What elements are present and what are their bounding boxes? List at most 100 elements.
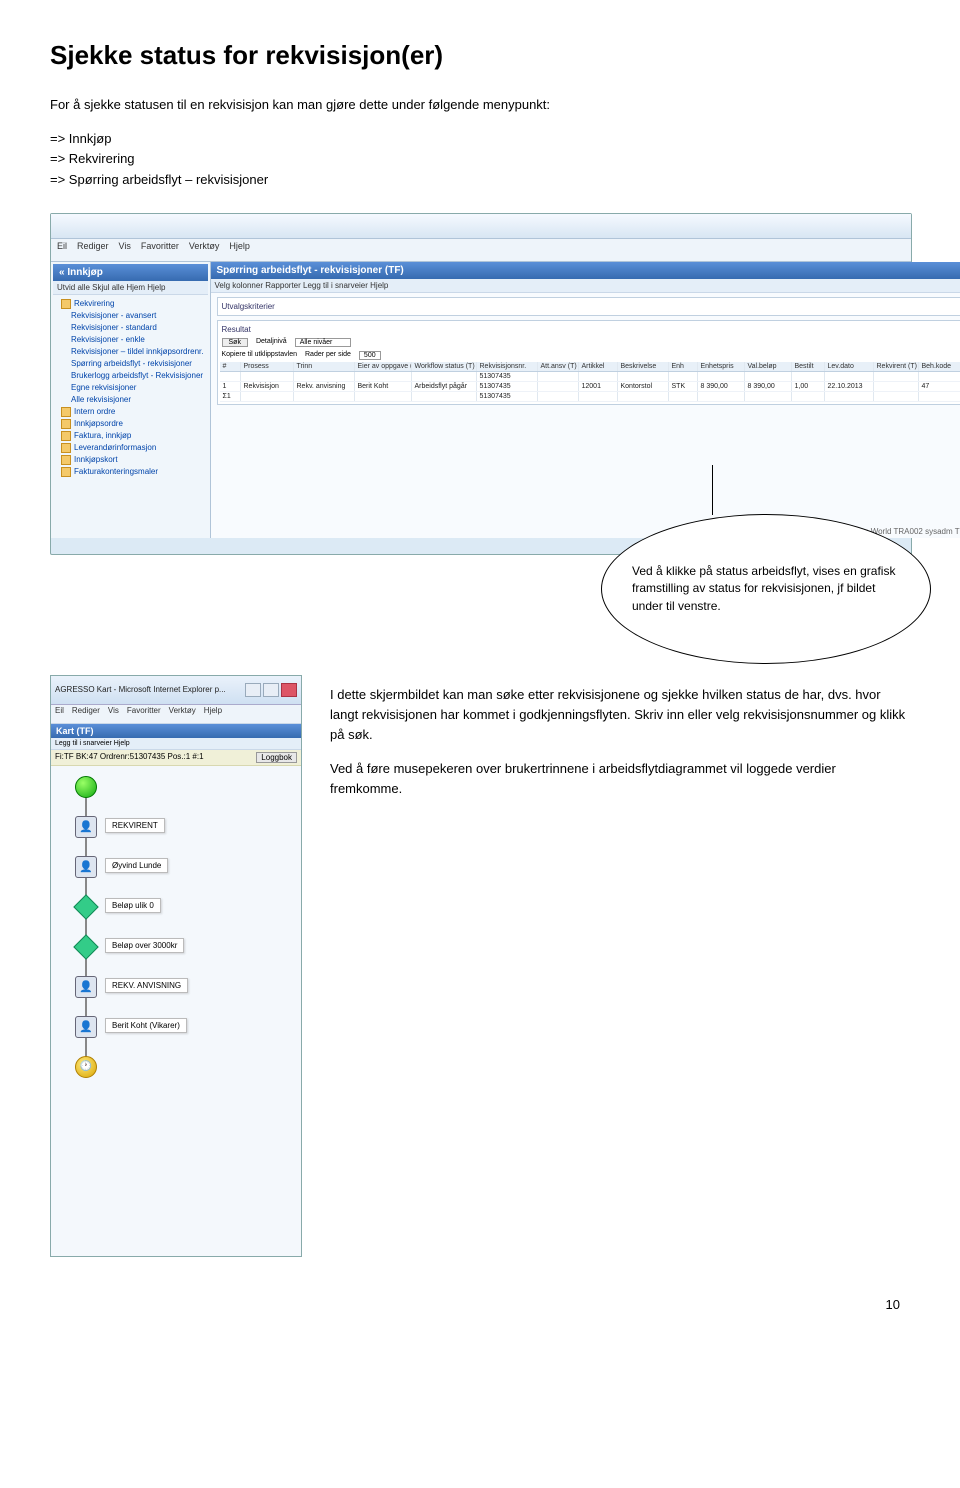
menu-help[interactable]: Hjelp [229, 241, 250, 259]
grid-row[interactable]: Σ151307435 [220, 392, 960, 402]
grid-header[interactable]: Prosess [241, 362, 294, 371]
detail-level-select[interactable]: Alle nivåer [295, 338, 352, 347]
grid-cell [294, 392, 355, 401]
criteria-section: Utvalgskriterier [217, 297, 960, 316]
tree-item[interactable]: Egne rekvisisjoner [57, 382, 204, 394]
maximize-icon[interactable] [263, 683, 279, 697]
grid-header[interactable]: Rekvirent (T) [874, 362, 919, 371]
tree-folder[interactable]: Innkjøpskort [57, 454, 204, 466]
menu-view[interactable]: Vis [108, 706, 119, 722]
grid-header[interactable]: Beskrivelse [618, 362, 669, 371]
explanation-text: I dette skjermbildet kan man søke etter … [330, 675, 910, 1257]
grid-row[interactable]: 1RekvisisjonRekv. anvisningBerit KohtArb… [220, 382, 960, 392]
grid-row[interactable]: 51307435 [220, 372, 960, 382]
grid-header[interactable]: # [220, 362, 241, 371]
grid-header[interactable]: Enhetspris [698, 362, 745, 371]
result-section-title: Resultat [220, 323, 960, 336]
decision-diamond-icon [75, 896, 95, 916]
copy-clipboard[interactable]: Kopiere til utklippstavlen [222, 351, 298, 360]
grid-cell [874, 382, 919, 391]
tree-root[interactable]: Rekvirering [57, 298, 204, 310]
menu-favorites[interactable]: Favoritter [141, 241, 179, 259]
person-icon: 👤 [75, 1016, 95, 1036]
grid-cell [294, 372, 355, 381]
tree-item[interactable]: Brukerlogg arbeidsflyt - Rekvisisjoner [57, 370, 204, 382]
grid-cell [241, 392, 294, 401]
grid-header[interactable]: Att.ansv (T) [538, 362, 579, 371]
tree-item[interactable]: Rekvisisjoner - enkle [57, 334, 204, 346]
close-icon[interactable] [281, 683, 297, 697]
grid-cell [745, 392, 792, 401]
flow-node[interactable]: Beløp ulik 0 [75, 896, 291, 916]
panel-toolbar: Legg til i snarveier Hjelp [51, 738, 301, 750]
grid-cell: 8 390,00 [698, 382, 745, 391]
grid-cell: 47 [919, 382, 960, 391]
menu-file[interactable]: Eil [55, 706, 64, 722]
grid-cell [825, 372, 874, 381]
menu-path-1: => Innkjøp [50, 129, 910, 150]
grid-cell [579, 372, 618, 381]
tree-item[interactable]: Spørring arbeidsflyt - rekvisisjoner [57, 358, 204, 370]
tree-folder[interactable]: Leverandørinformasjon [57, 442, 204, 454]
grid-header[interactable]: Rekvisisjonsnr. [477, 362, 538, 371]
menu-tools[interactable]: Verktøy [169, 706, 196, 722]
grid-header[interactable]: Artikkel [579, 362, 618, 371]
menu-edit[interactable]: Rediger [77, 241, 109, 259]
grid-cell: 51307435 [477, 372, 538, 381]
tree-folder[interactable]: Fakturakonteringsmaler [57, 466, 204, 478]
sok-button[interactable]: Søk [222, 338, 248, 347]
grid-header[interactable]: Trinn [294, 362, 355, 371]
tree-item[interactable]: Rekvisisjoner - avansert [57, 310, 204, 322]
menu-favorites[interactable]: Favoritter [127, 706, 161, 722]
menu-path-2: => Rekvirering [50, 149, 910, 170]
person-icon: 👤 [75, 816, 95, 836]
rows-per-page-value[interactable]: 500 [359, 351, 381, 360]
menu-path: => Innkjøp => Rekvirering => Spørring ar… [50, 129, 910, 191]
tree-folder[interactable]: Faktura, innkjøp [57, 430, 204, 442]
main-panel: Spørring arbeidsflyt - rekvisisjoner (TF… [211, 262, 960, 538]
grid-header[interactable]: Workflow status (T) [412, 362, 477, 371]
grid-cell: 1,00 [792, 382, 825, 391]
menu-tools[interactable]: Verktøy [189, 241, 220, 259]
grid-header[interactable]: Val.beløp [745, 362, 792, 371]
grid-cell [412, 392, 477, 401]
tree-item[interactable]: Rekvisisjoner – tildel innkjøpsordrenr. [57, 346, 204, 358]
loggbok-button[interactable]: Loggbok [256, 752, 297, 763]
flow-node[interactable] [75, 776, 291, 796]
left-nav-panel: « Innkjøp Utvid alle Skjul alle Hjem Hje… [51, 262, 211, 538]
grid-header[interactable]: Lev.dato [825, 362, 874, 371]
grid-cell [792, 372, 825, 381]
flow-node-label: Berit Koht (Vikarer) [105, 1018, 187, 1033]
flow-node[interactable]: 👤Øyvind Lunde [75, 856, 291, 876]
menubar: Eil Rediger Vis Favoritter Verktøy Hjelp [51, 705, 301, 724]
grid-header[interactable]: Enh [669, 362, 698, 371]
flow-node-label: REKV. ANVISNING [105, 978, 188, 993]
grid-header[interactable]: Eier av oppgave (T) [355, 362, 412, 371]
flow-node[interactable]: Beløp over 3000kr [75, 936, 291, 956]
minimize-icon[interactable] [245, 683, 261, 697]
flow-node-label: Beløp ulik 0 [105, 898, 161, 913]
tree-folder[interactable]: Intern ordre [57, 406, 204, 418]
flow-node-label: Øyvind Lunde [105, 858, 168, 873]
menu-file[interactable]: Eil [57, 241, 67, 259]
screenshot-workflow-window: AGRESSO Kart - Microsoft Internet Explor… [50, 675, 302, 1257]
tree-item[interactable]: Alle rekvisisjoner [57, 394, 204, 406]
grid-header[interactable]: Bestilt [792, 362, 825, 371]
flow-node[interactable]: 👤REKVIRENT [75, 816, 291, 836]
menu-edit[interactable]: Rediger [72, 706, 100, 722]
menu-help[interactable]: Hjelp [204, 706, 222, 722]
grid-cell [618, 392, 669, 401]
tree-item[interactable]: Rekvisisjoner - standard [57, 322, 204, 334]
criteria-section-title[interactable]: Utvalgskriterier [220, 300, 960, 313]
grid-header[interactable]: Beh.kode [919, 362, 960, 371]
flow-node[interactable]: 👤REKV. ANVISNING [75, 976, 291, 996]
grid-cell: Σ1 [220, 392, 241, 401]
callout-pointer-line [712, 465, 713, 515]
flow-node[interactable]: 🕐 [75, 1056, 291, 1076]
grid-cell [919, 372, 960, 381]
grid-cell: Kontorstol [618, 382, 669, 391]
workflow-diagram: 👤REKVIRENT👤Øyvind LundeBeløp ulik 0Beløp… [51, 766, 301, 1106]
flow-node[interactable]: 👤 Berit Koht (Vikarer) [75, 1016, 291, 1036]
tree-folder[interactable]: Innkjøpsordre [57, 418, 204, 430]
menu-view[interactable]: Vis [119, 241, 131, 259]
